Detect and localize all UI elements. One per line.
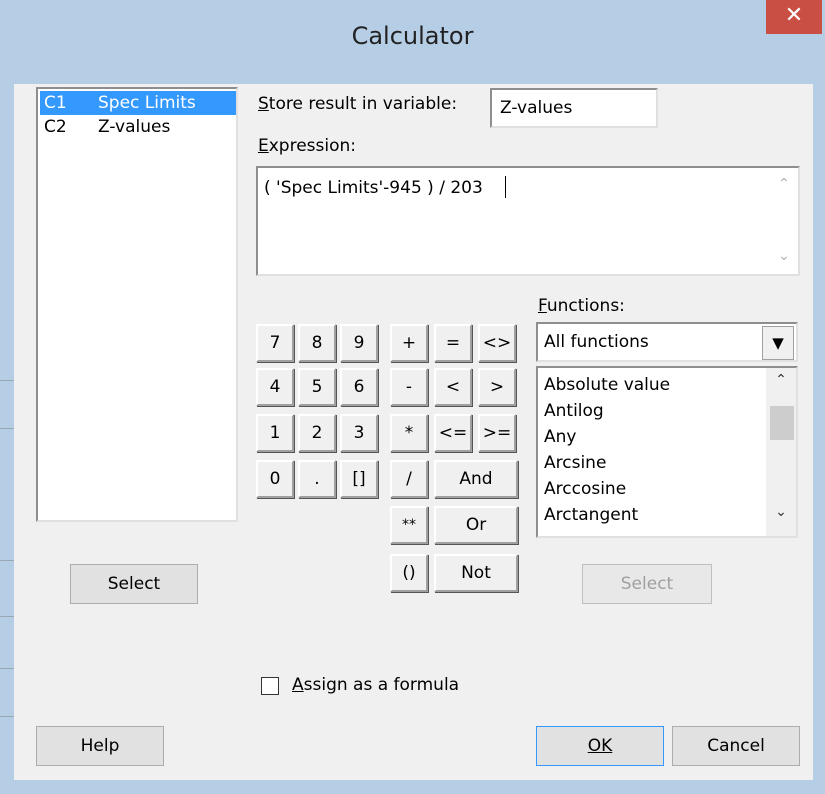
background-grid-line [0, 716, 14, 717]
variable-name: Z-values [98, 117, 171, 137]
assign-formula-label[interactable]: Assign as a formula [292, 675, 459, 695]
assign-formula-checkbox[interactable] [261, 677, 279, 695]
ok-button-label: OK [587, 736, 613, 756]
key-greater-equal[interactable]: >= [478, 414, 516, 452]
store-result-value: Z-values [500, 98, 573, 118]
key-minus[interactable]: - [390, 368, 428, 406]
background-grid-line [0, 616, 14, 617]
close-button[interactable]: ✕ [766, 0, 822, 34]
text-caret [505, 176, 506, 198]
function-item[interactable]: Arcsine [544, 450, 606, 476]
store-result-label-text: tore result in variable: [268, 94, 458, 114]
functions-category-value: All functions [544, 332, 649, 352]
key-not[interactable]: Not [434, 554, 518, 592]
key-0[interactable]: 0 [256, 460, 294, 498]
function-item[interactable]: Antilog [544, 398, 604, 424]
ok-button[interactable]: OK [536, 726, 664, 766]
key-parentheses[interactable]: () [390, 554, 428, 592]
variable-column-id: C1 [44, 93, 67, 113]
background-grid-line [0, 668, 14, 669]
key-divide[interactable]: / [390, 460, 428, 498]
select-variable-button[interactable]: Select [70, 564, 198, 604]
variable-column-id: C2 [44, 117, 67, 137]
key-3[interactable]: 3 [340, 414, 378, 452]
select-function-button[interactable]: Select [582, 564, 712, 604]
assign-formula-label-text: ssign as a formula [303, 675, 460, 695]
key-or[interactable]: Or [434, 506, 518, 544]
variable-name: Spec Limits [98, 93, 196, 113]
function-item[interactable]: Arccosine [544, 476, 626, 502]
key-8[interactable]: 8 [298, 324, 336, 362]
key-5[interactable]: 5 [298, 368, 336, 406]
key-7[interactable]: 7 [256, 324, 294, 362]
key-less-than[interactable]: < [434, 368, 472, 406]
key-less-equal[interactable]: <= [434, 414, 472, 452]
variable-item-c2[interactable]: C2 Z-values [40, 115, 236, 139]
window-title: Calculator [351, 22, 474, 50]
key-greater-than[interactable]: > [478, 368, 516, 406]
background-grid-line [0, 428, 14, 429]
function-item[interactable]: Any [544, 424, 576, 450]
key-multiply[interactable]: * [390, 414, 428, 452]
variable-list[interactable]: C1 Spec Limits C2 Z-values [36, 87, 238, 522]
key-9[interactable]: 9 [340, 324, 378, 362]
key-not-equal[interactable]: <> [478, 324, 516, 362]
help-button[interactable]: Help [36, 726, 164, 766]
scroll-up-icon[interactable]: ⌃ [771, 372, 791, 388]
key-power[interactable]: ** [390, 506, 428, 544]
scroll-down-icon[interactable]: ⌄ [771, 504, 791, 520]
key-plus[interactable]: + [390, 324, 428, 362]
window-frame-bottom [0, 780, 825, 794]
scrollbar-thumb[interactable] [770, 406, 794, 440]
close-icon: ✕ [784, 3, 804, 28]
key-equals[interactable]: = [434, 324, 472, 362]
key-1[interactable]: 1 [256, 414, 294, 452]
window-frame-left [0, 84, 14, 794]
functions-category-select[interactable]: All functions ▼ [536, 322, 798, 362]
functions-scrollbar[interactable]: ⌃ ⌄ [766, 368, 796, 536]
background-grid-line [0, 560, 14, 561]
key-brackets[interactable]: [] [340, 460, 378, 498]
key-and[interactable]: And [434, 460, 518, 498]
cancel-button[interactable]: Cancel [672, 726, 800, 766]
functions-list[interactable]: Absolute value Antilog Any Arcsine Arcco… [536, 366, 798, 538]
key-6[interactable]: 6 [340, 368, 378, 406]
function-item[interactable]: Arctangent [544, 502, 638, 528]
functions-label: Functions: [538, 296, 625, 316]
variable-item-c1[interactable]: C1 Spec Limits [40, 91, 236, 115]
key-2[interactable]: 2 [298, 414, 336, 452]
functions-label-text: unctions: [546, 296, 625, 316]
scroll-up-icon[interactable]: ⌃ [774, 176, 794, 192]
key-decimal[interactable]: . [298, 460, 336, 498]
scroll-down-icon[interactable]: ⌄ [774, 248, 794, 264]
window-frame-right [813, 84, 825, 794]
key-4[interactable]: 4 [256, 368, 294, 406]
expression-input[interactable]: ( 'Spec Limits'-945 ) / 203 ⌃ ⌄ [256, 166, 800, 276]
store-result-label: Store result in variable: [258, 94, 458, 114]
expression-label-text: xpression: [268, 136, 357, 156]
expression-text: ( 'Spec Limits'-945 ) / 203 [264, 178, 483, 198]
background-grid-line [0, 380, 14, 381]
store-result-input[interactable]: Z-values [490, 88, 658, 128]
dropdown-arrow-icon[interactable]: ▼ [762, 326, 794, 360]
expression-label: Expression: [258, 136, 357, 156]
function-item[interactable]: Absolute value [544, 372, 670, 398]
